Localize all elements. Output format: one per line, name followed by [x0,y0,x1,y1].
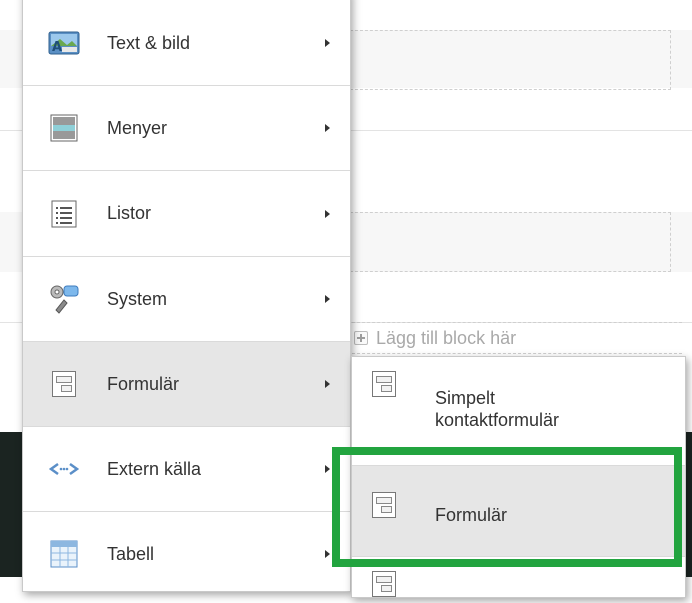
block-type-menu: A Text & bild Menyer Listor System Formu… [22,0,351,592]
menu-item-lists[interactable]: Listor [23,171,350,257]
menu-item-table[interactable]: Tabell [23,512,350,596]
submenu-item-more[interactable] [352,557,685,597]
submenu-arrow-icon [325,465,330,473]
menu-item-external-source[interactable]: Extern källa [23,427,350,512]
menu-item-label: Formulär [107,373,180,394]
image-text-icon: A [48,27,80,59]
submenu-arrow-icon [325,209,330,218]
svg-text:A: A [52,40,62,55]
block-drop-zone[interactable] [350,30,671,90]
menu-item-menus[interactable]: Menyer [23,86,350,171]
menu-item-label: Menyer [107,117,168,138]
menu-item-forms[interactable]: Formulär [23,342,350,427]
table-icon [48,538,80,570]
menu-item-text-image[interactable]: A Text & bild [23,1,350,86]
plus-icon [354,331,368,345]
submenu-item-form[interactable]: Formulär [352,466,685,557]
submenu-arrow-icon [325,39,330,47]
menu-item-label: System [107,288,168,309]
forms-submenu: Simpelt kontaktformulär Formulär [351,356,686,598]
submenu-item-label: Simpelt kontaktformulär [435,388,560,430]
menu-layout-icon [48,112,80,144]
menu-item-label: Listor [107,203,152,223]
form-icon [372,571,404,603]
submenu-item-simple-contact-form[interactable]: Simpelt kontaktformulär [352,357,685,466]
menu-item-label: Text & bild [107,32,191,53]
submenu-arrow-icon [325,380,330,388]
block-drop-zone[interactable] [350,212,671,272]
submenu-arrow-icon [325,550,330,558]
submenu-item-label: Formulär [435,505,508,525]
add-block-zone[interactable]: Lägg till block här [352,322,682,354]
menu-item-label: Extern källa [107,458,202,479]
add-block-label: Lägg till block här [376,327,517,348]
submenu-arrow-icon [325,124,330,132]
submenu-arrow-icon [325,295,330,303]
list-icon [48,198,80,230]
form-icon [372,492,404,524]
form-icon [372,371,404,403]
menu-item-system[interactable]: System [23,257,350,342]
system-settings-icon [48,283,80,315]
menu-item-label: Tabell [107,543,155,564]
form-icon [48,368,80,400]
external-source-icon [48,453,80,485]
